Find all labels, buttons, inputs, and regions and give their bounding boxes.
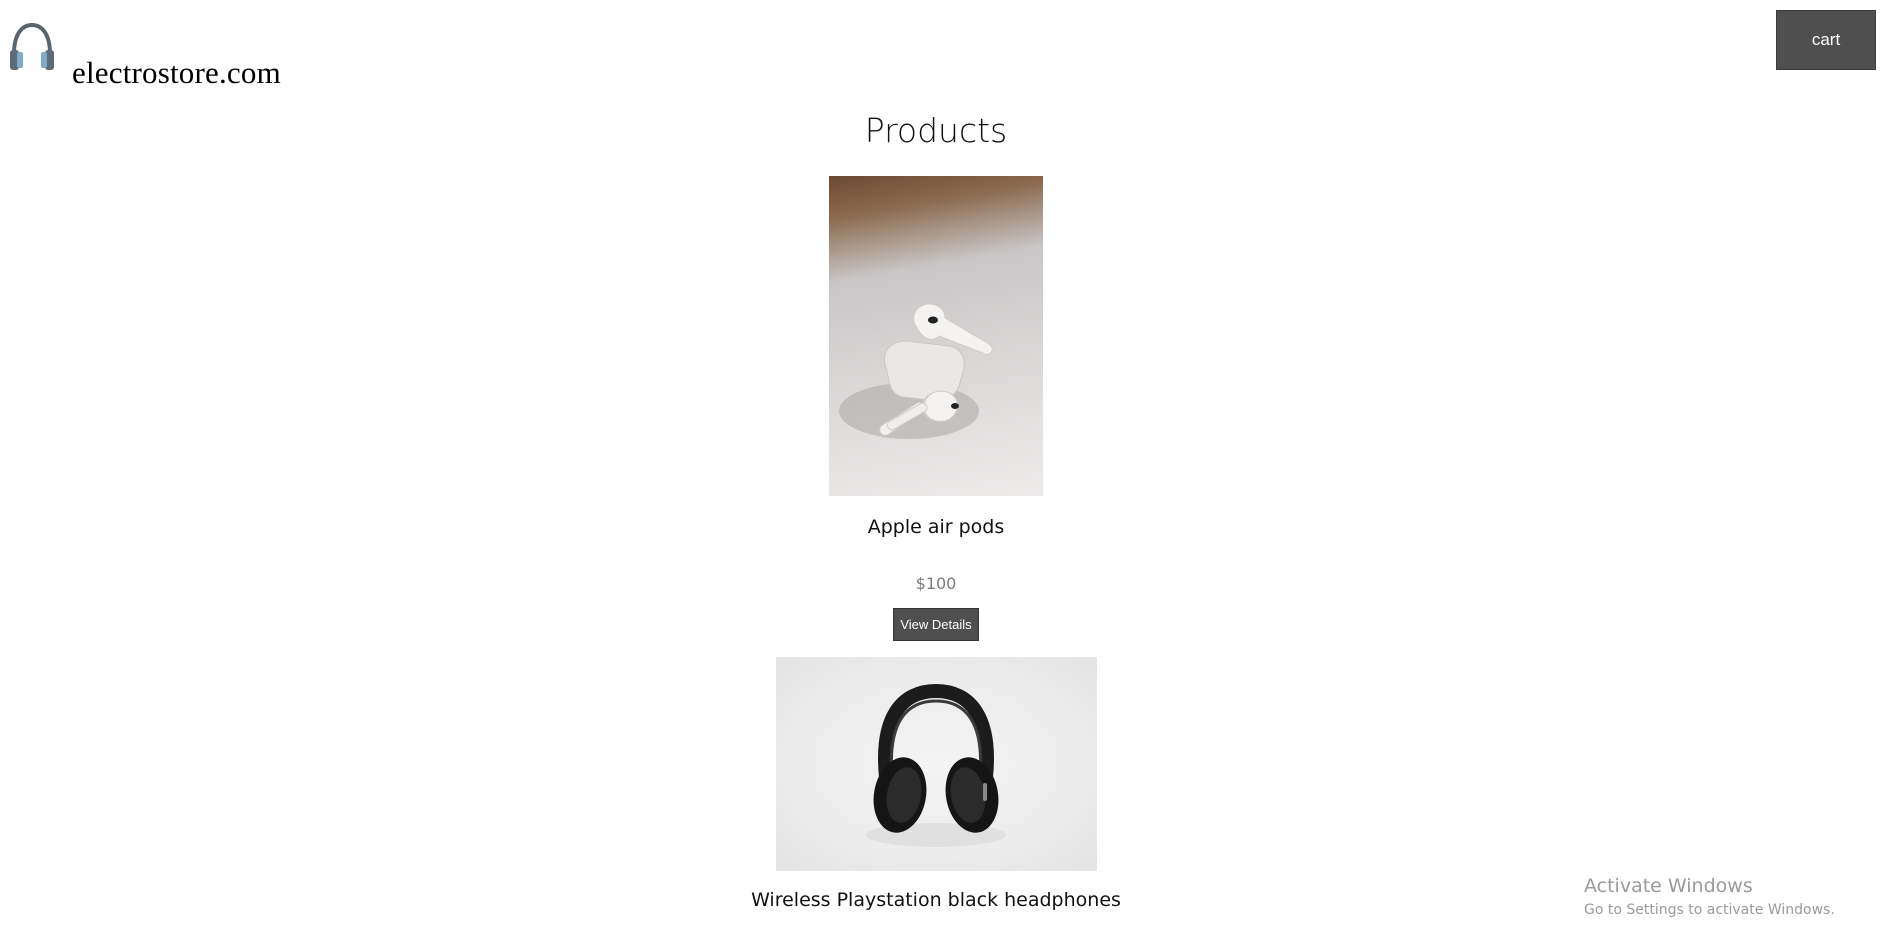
watermark-subtitle: Go to Settings to activate Windows. xyxy=(1584,902,1835,918)
airpods-product-image[interactable] xyxy=(829,176,1043,496)
page: electrostore.com cart Products Apple air… xyxy=(0,0,1881,946)
headphones-product-image[interactable] xyxy=(776,657,1097,871)
product-price: $100 xyxy=(915,574,957,593)
cart-button[interactable]: cart xyxy=(1776,10,1876,70)
watermark-title: Activate Windows xyxy=(1584,875,1753,897)
view-details-button[interactable]: View Details xyxy=(893,608,979,641)
activate-windows-watermark: Activate Windows Go to Settings to activ… xyxy=(1584,874,1835,920)
product-name: Apple air pods xyxy=(867,516,1005,538)
headphones-icon[interactable] xyxy=(8,20,56,74)
page-title: Products xyxy=(864,111,1008,150)
site-name[interactable]: electrostore.com xyxy=(72,55,281,91)
